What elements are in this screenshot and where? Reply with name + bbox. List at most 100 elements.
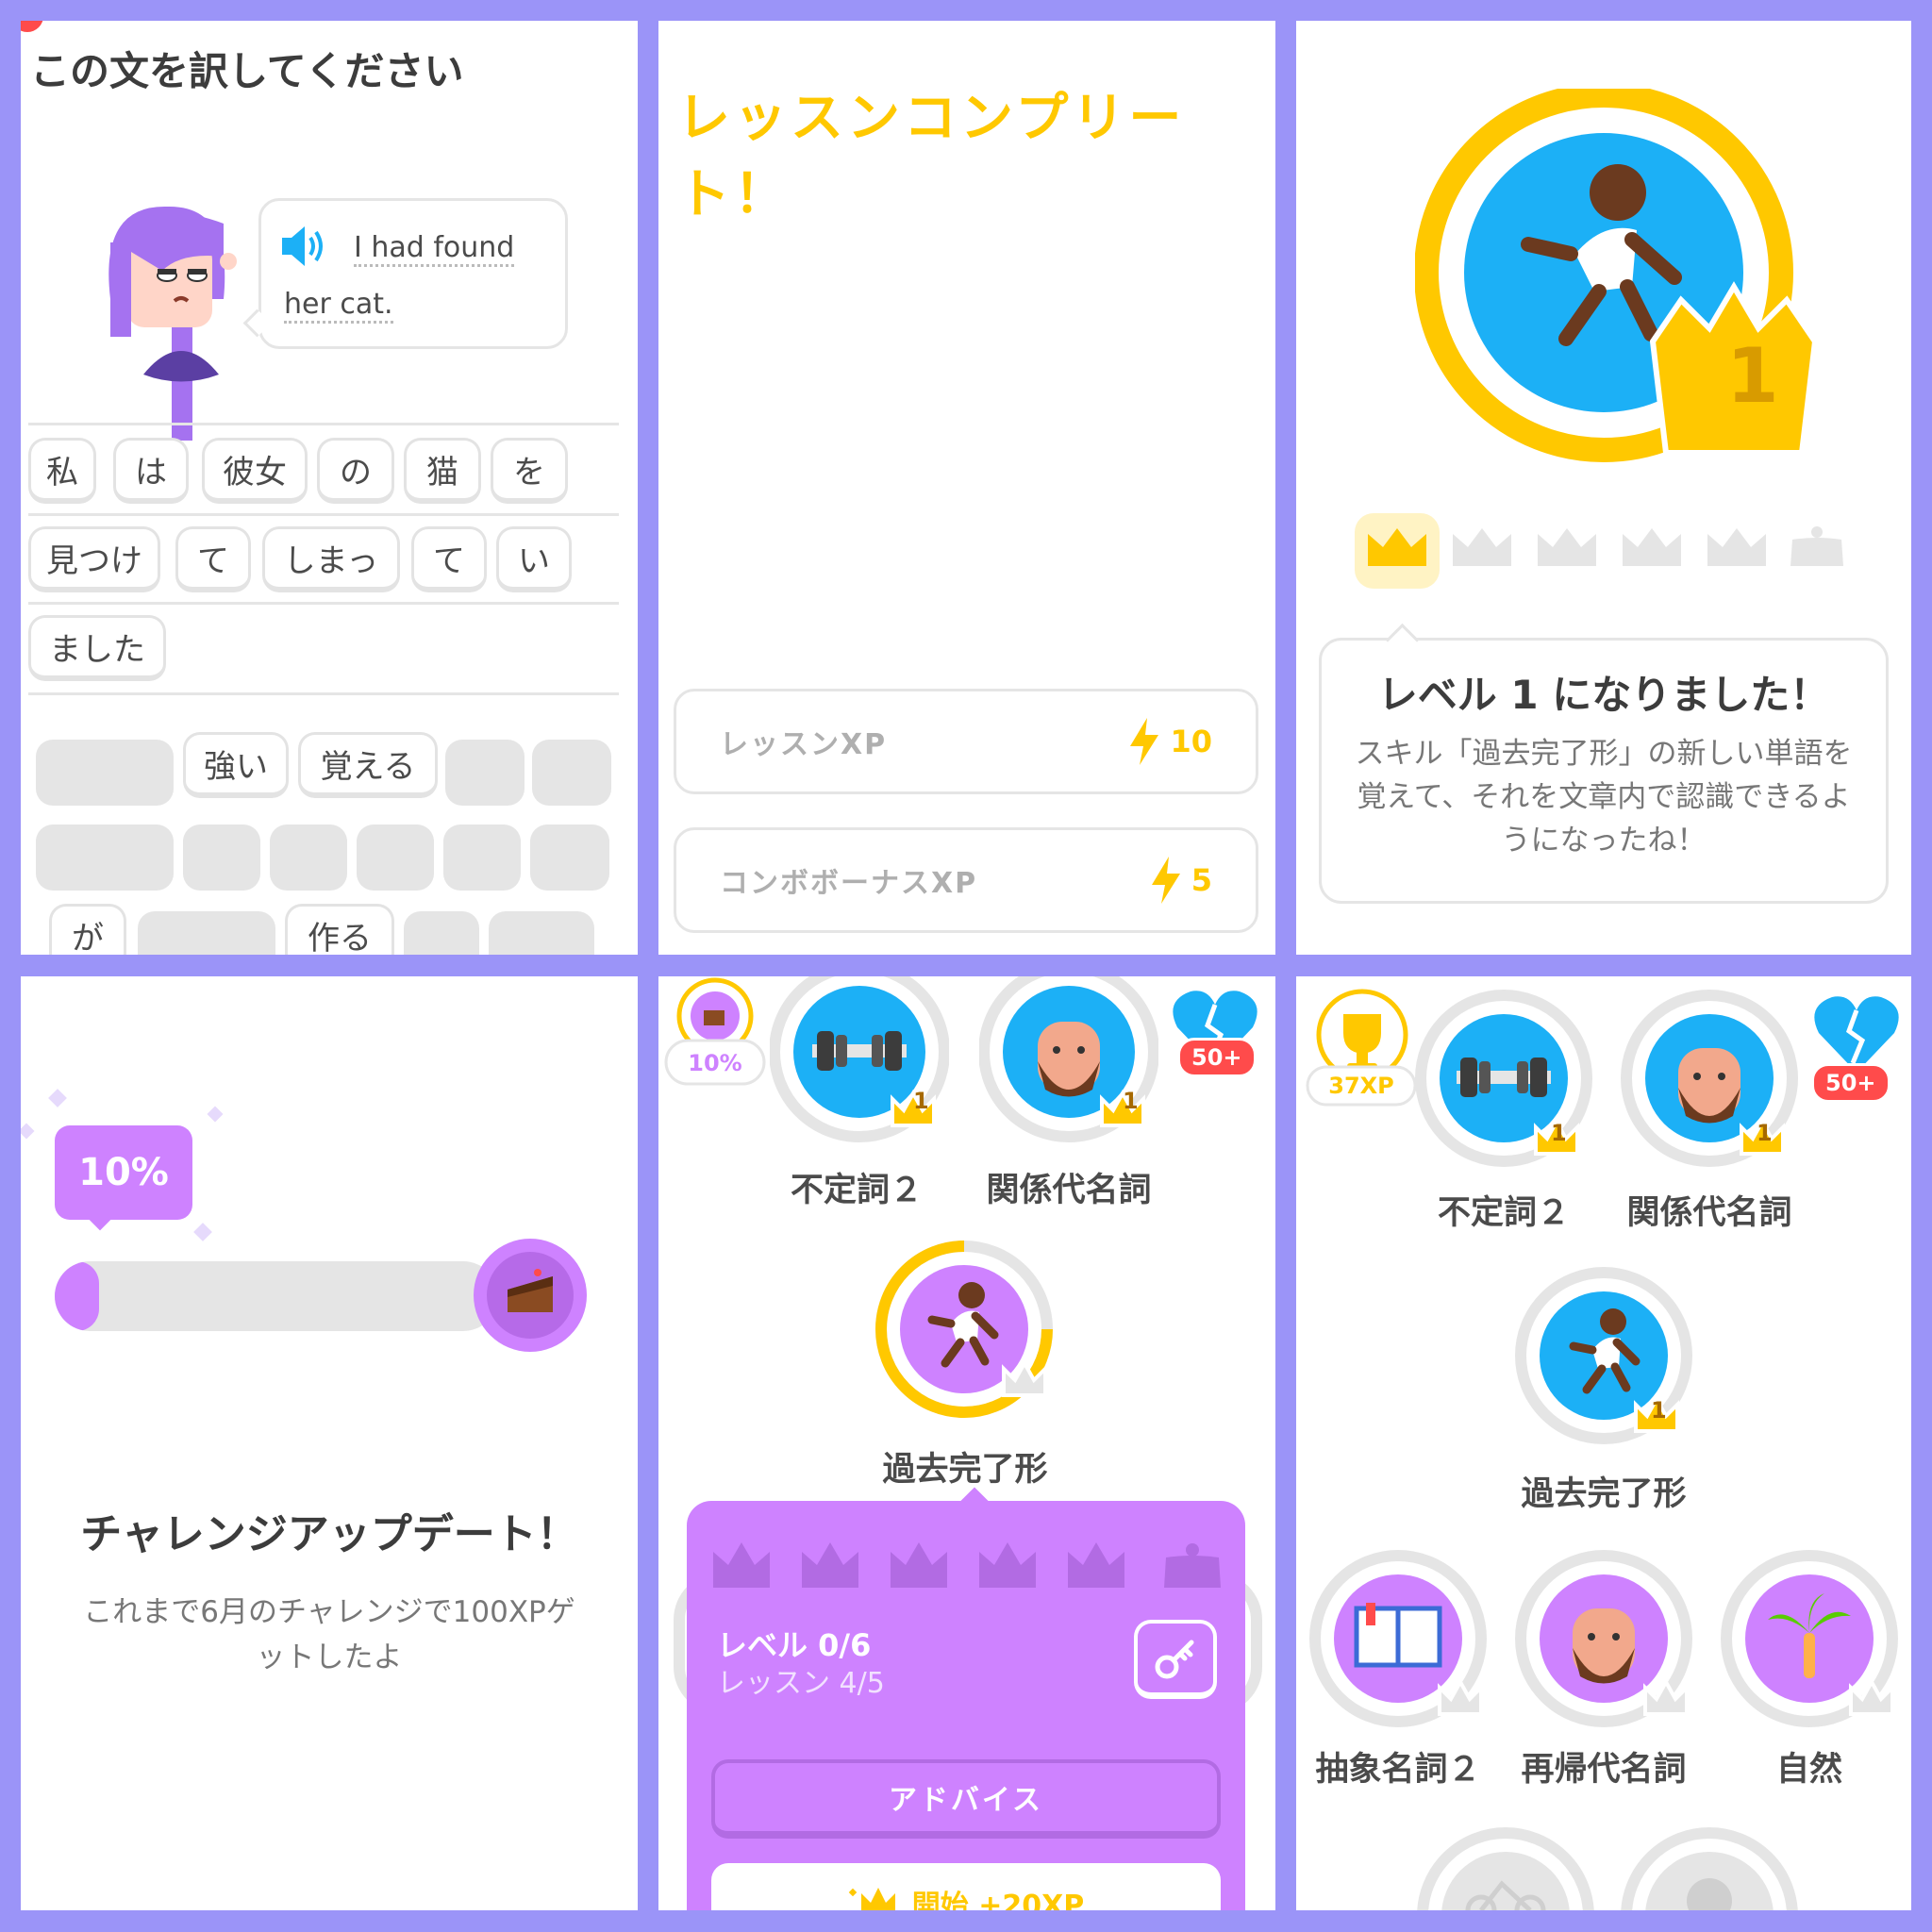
lesson-xp-card: レッスンXP 10: [674, 689, 1258, 794]
popup-lesson-text: レッスン 4/5: [717, 1667, 885, 1700]
sparkle-icon: [193, 1223, 212, 1241]
used-word-slot: [36, 824, 174, 891]
test-out-button[interactable]: [1134, 1620, 1217, 1699]
challenge-update-body-line1: これまで6月のチャレンジで100XPゲ: [83, 1595, 575, 1629]
skill-bubble-abstract-noun[interactable]: [1307, 1548, 1496, 1737]
word-bank-chip[interactable]: が: [49, 904, 126, 955]
prompt-sentence-line1[interactable]: I had found: [354, 231, 515, 267]
xp-badge-label: 37XP: [1328, 1073, 1394, 1099]
answer-word-chip[interactable]: 私: [28, 438, 96, 504]
skill-bubble-nature[interactable]: [1719, 1548, 1907, 1737]
translate-exercise-panel: この文を訳してください I had found her cat. 私 は 彼女 …: [21, 21, 638, 955]
key-icon: [1155, 1640, 1194, 1678]
answer-word-chip[interactable]: を: [491, 438, 568, 504]
crown-level-row: [1355, 513, 1843, 589]
challenge-progress-fill: [55, 1261, 99, 1331]
level-up-description: スキル「過去完了形」の新しい単語を覚えて、それを文章内で認識できるようになったね…: [1355, 737, 1853, 858]
lightning-icon: [1151, 857, 1180, 904]
prompt-sentence-line2[interactable]: her cat.: [284, 288, 393, 324]
speaker-icon[interactable]: [280, 225, 331, 268]
used-word-slot: [138, 911, 275, 955]
challenge-update-title: チャレンジアップデート！: [80, 1510, 578, 1558]
level-up-panel: 1 レベル 1 になりました！ スキル「過去完了形」の新しい単語を覚えて、それを…: [1296, 21, 1911, 955]
combo-bonus-xp-value: 5: [1191, 862, 1212, 898]
answer-word-chip[interactable]: い: [496, 526, 572, 592]
word-bank-chip[interactable]: 覚える: [298, 732, 438, 798]
used-word-slot: [489, 911, 594, 955]
answer-word-chip[interactable]: ました: [28, 615, 166, 681]
popup-crown-row: [713, 1542, 1221, 1588]
advice-button[interactable]: アドバイス: [711, 1759, 1221, 1839]
answer-word-chip[interactable]: は: [113, 438, 189, 504]
lily-character-icon: [108, 206, 237, 441]
used-word-slot: [404, 911, 479, 955]
challenge-update-body-line2: ットしたよ: [256, 1641, 403, 1674]
skill-bubble-past-perfect[interactable]: [1513, 1265, 1702, 1454]
crown-count: 1: [1651, 1397, 1667, 1424]
used-word-slot: [270, 824, 347, 891]
skill-bubble-relative-pronoun[interactable]: [979, 976, 1158, 1156]
used-word-slot: [445, 740, 525, 806]
start-lesson-label: 開始 +20XP: [911, 1890, 1085, 1910]
progress-percent-badge: 10%: [55, 1125, 192, 1220]
crown-level-number: 1: [1726, 332, 1779, 420]
skill-bubble-infinitive[interactable]: [1413, 988, 1602, 1176]
cake-icon: [474, 1239, 587, 1352]
hearts-count-badge: 50+: [1811, 1063, 1890, 1103]
skill-label-relative-pronoun: 関係代名詞: [986, 1172, 1152, 1209]
skill-bubble-past-perfect[interactable]: [874, 1237, 1062, 1425]
skill-label-past-perfect: 過去完了形: [882, 1451, 1048, 1489]
used-word-slot: [36, 740, 174, 806]
locked-skill-bubble: [1621, 1827, 1798, 1910]
skill-label-nature: 自然: [1775, 1751, 1842, 1789]
skill-tree-popup-panel: 10% 1 1 50+ 不定詞２ 関係代名詞 過去完了形 レベル 0/6 レッス…: [658, 976, 1275, 1910]
challenge-update-body: これまで6月のチャレンジで100XPゲ ットしたよ: [21, 1590, 638, 1680]
skill-label-infinitive: 不定詞２: [790, 1172, 923, 1209]
answer-line-3: [28, 602, 619, 605]
level-up-message-card: レベル 1 になりました！ スキル「過去完了形」の新しい単語を覚えて、それを文章…: [1319, 638, 1889, 904]
answer-word-chip[interactable]: の: [317, 438, 394, 504]
skill-bubble-infinitive[interactable]: [770, 976, 949, 1156]
answer-word-chip[interactable]: て: [411, 526, 487, 592]
answer-word-chip[interactable]: 彼女: [202, 438, 308, 504]
answer-word-chip[interactable]: て: [175, 526, 251, 592]
challenge-progress-track: [55, 1261, 498, 1331]
challenge-progress-label: 10%: [688, 1050, 742, 1076]
challenge-update-panel: 10% チャレンジアップデート！ これまで6月のチャレンジで100XPゲ ットし…: [21, 976, 638, 1910]
lesson-xp-label: レッスンXP: [720, 728, 888, 761]
lightning-icon: [1130, 718, 1159, 765]
answer-line-4: [28, 692, 619, 695]
answer-word-chip[interactable]: 猫: [404, 438, 481, 504]
combo-bonus-xp-card: コンボボーナスXP 5: [674, 827, 1258, 933]
used-word-slot: [357, 824, 434, 891]
skill-tree-panel: 37XP 1 1 50+ 不定詞２ 関係代名詞 1 過去完了形 抽象名詞２ 再帰…: [1296, 976, 1911, 1910]
start-lesson-button[interactable]: 開始 +20XP: [711, 1863, 1221, 1910]
lesson-complete-title: レッスンコンプリート！: [677, 88, 1186, 225]
skill-popup: レベル 0/6 レッスン 4/5 アドバイス 開始 +20XP: [687, 1501, 1245, 1910]
combo-bonus-xp-label: コンボボーナスXP: [720, 867, 978, 900]
sparkle-icon: [21, 1123, 35, 1140]
sparkle-icon: [207, 1106, 224, 1123]
answer-line-2: [28, 513, 619, 516]
crown-count: 1: [1757, 1120, 1773, 1146]
answer-line-1: [28, 423, 619, 425]
answer-word-chip[interactable]: 見つけ: [28, 526, 160, 592]
speech-bubble: I had found her cat.: [258, 198, 568, 349]
used-word-slot: [183, 824, 260, 891]
sparkle-icon: [48, 1089, 67, 1108]
used-word-slot: [443, 824, 521, 891]
crown-count: 1: [1551, 1120, 1567, 1146]
skill-bubble-relative-pronoun[interactable]: [1619, 988, 1807, 1176]
skill-bubble-reflexive-pronoun[interactable]: [1513, 1548, 1702, 1737]
close-indicator[interactable]: [21, 21, 43, 32]
used-word-slot: [530, 824, 609, 891]
word-bank-chip[interactable]: 作る: [285, 904, 394, 955]
crown-count: 1: [1123, 1088, 1139, 1114]
lesson-complete-panel: レッスンコンプリート！ レッスンXP 10 コンボボーナスXP 5: [658, 21, 1275, 955]
exercise-heading: この文を訳してください: [30, 48, 464, 94]
answer-word-chip[interactable]: しまっ: [262, 526, 400, 592]
skill-level-badge: [1415, 89, 1819, 462]
crown-count: 1: [913, 1088, 929, 1114]
word-bank-chip[interactable]: 強い: [183, 732, 289, 798]
hearts-count-badge: 50+: [1177, 1038, 1257, 1077]
